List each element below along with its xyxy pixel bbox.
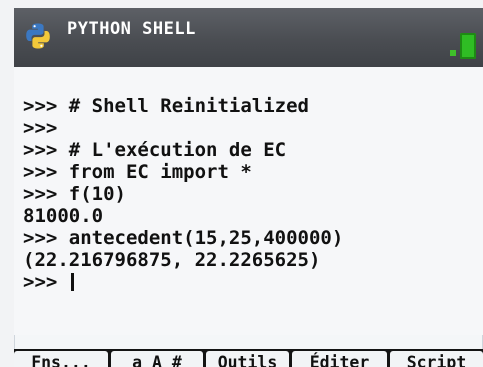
console-line: >>> # L'exécution de EC [23, 139, 287, 161]
prompt-line[interactable]: >>> [23, 271, 74, 293]
app-title: PYTHON SHELL [67, 19, 196, 39]
console-line: >>> antecedent(15,25,400000) [23, 227, 344, 249]
title-bar: PYTHON SHELL [14, 8, 483, 67]
prompt-text: >>> [23, 271, 69, 293]
softkey-edit[interactable]: Éditer [292, 351, 387, 367]
battery-small-segment [450, 50, 456, 56]
battery-icon [450, 33, 480, 59]
python-logo-icon [26, 23, 50, 49]
console-line: >>> [23, 117, 58, 139]
softkey-functions[interactable]: Fns... [14, 351, 108, 367]
softkey-script[interactable]: Script [390, 351, 483, 367]
shell-console[interactable]: >>> # Shell Reinitialized >>> >>> # L'ex… [14, 67, 483, 335]
softkey-bar: Fns... a A # Outils Éditer Script [14, 349, 483, 367]
console-line: >>> from EC import * [23, 161, 252, 183]
console-line: >>> f(10) [23, 183, 126, 205]
softkey-tools[interactable]: Outils [206, 351, 289, 367]
calculator-device: PYTHON SHELL >>> # Shell Reinitialized >… [0, 0, 483, 367]
console-line: 81000.0 [23, 205, 104, 227]
battery-level-segment [460, 33, 476, 59]
console-line: >>> # Shell Reinitialized [23, 95, 309, 117]
calculator-screen: PYTHON SHELL >>> # Shell Reinitialized >… [14, 8, 483, 367]
console-line: (22.216796875, 22.2265625) [23, 249, 321, 271]
text-cursor [70, 273, 74, 291]
softkey-alpha[interactable]: a A # [111, 351, 203, 367]
